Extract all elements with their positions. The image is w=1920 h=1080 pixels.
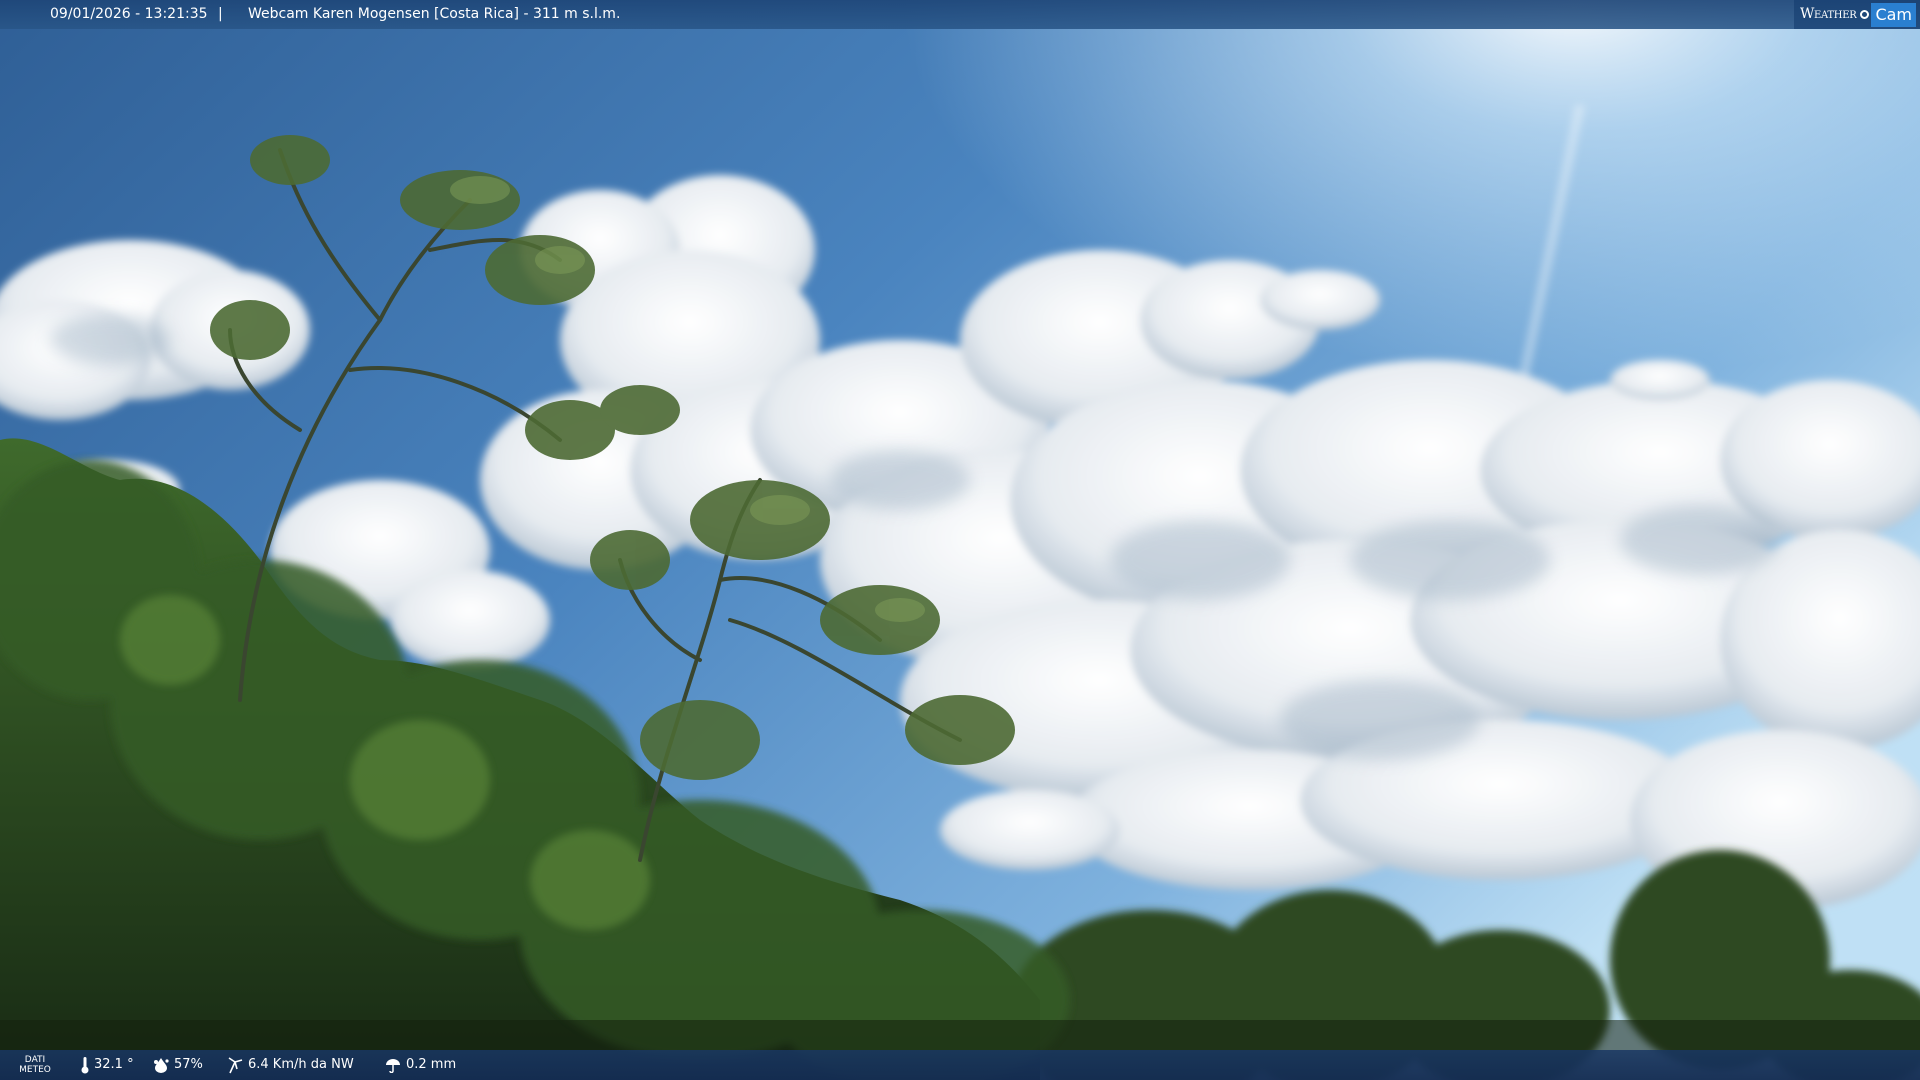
humidity-icon [154, 1058, 169, 1073]
wind-value: 6.4 Km/h da NW [248, 1057, 354, 1072]
logo-cam-text: Cam [1871, 2, 1916, 27]
rain-value: 0.2 mm [406, 1057, 457, 1072]
humidity-reading: 57% [152, 1050, 203, 1080]
header-separator: | [218, 6, 223, 22]
webcam-title: Webcam Karen Mogensen [Costa Rica] - 311… [248, 6, 621, 22]
timestamp: 09/01/2026 - 13:21:35 [50, 6, 208, 22]
webcam-image [0, 0, 1920, 1080]
wind-icon [228, 1057, 243, 1074]
weather-bar-label: DATI METEO [18, 1055, 52, 1075]
temperature-reading: 32.1 ° [80, 1050, 134, 1080]
weathercam-logo: Weather Cam [1793, 0, 1920, 29]
wind-reading: 6.4 Km/h da NW [226, 1050, 354, 1080]
thermometer-icon [81, 1057, 89, 1074]
logo-weather-text: Weather [1799, 6, 1857, 22]
weather-label-line1: DATI [24, 1055, 46, 1065]
humidity-value: 57% [174, 1057, 203, 1072]
top-info-bar: 09/01/2026 - 13:21:35 | Webcam Karen Mog… [0, 0, 1920, 29]
weather-data-bar: DATI METEO 32.1 ° 57% 6.4 Km/h da NW 0.2… [0, 1050, 1920, 1080]
webcam-frame: 09/01/2026 - 13:21:35 | Webcam Karen Mog… [0, 0, 1920, 1080]
rain-icon [386, 1059, 400, 1073]
rain-reading: 0.2 mm [384, 1050, 456, 1080]
logo-dot-icon [1860, 10, 1870, 19]
temperature-value: 32.1 ° [94, 1057, 134, 1072]
weather-label-line2: METEO [19, 1065, 51, 1075]
